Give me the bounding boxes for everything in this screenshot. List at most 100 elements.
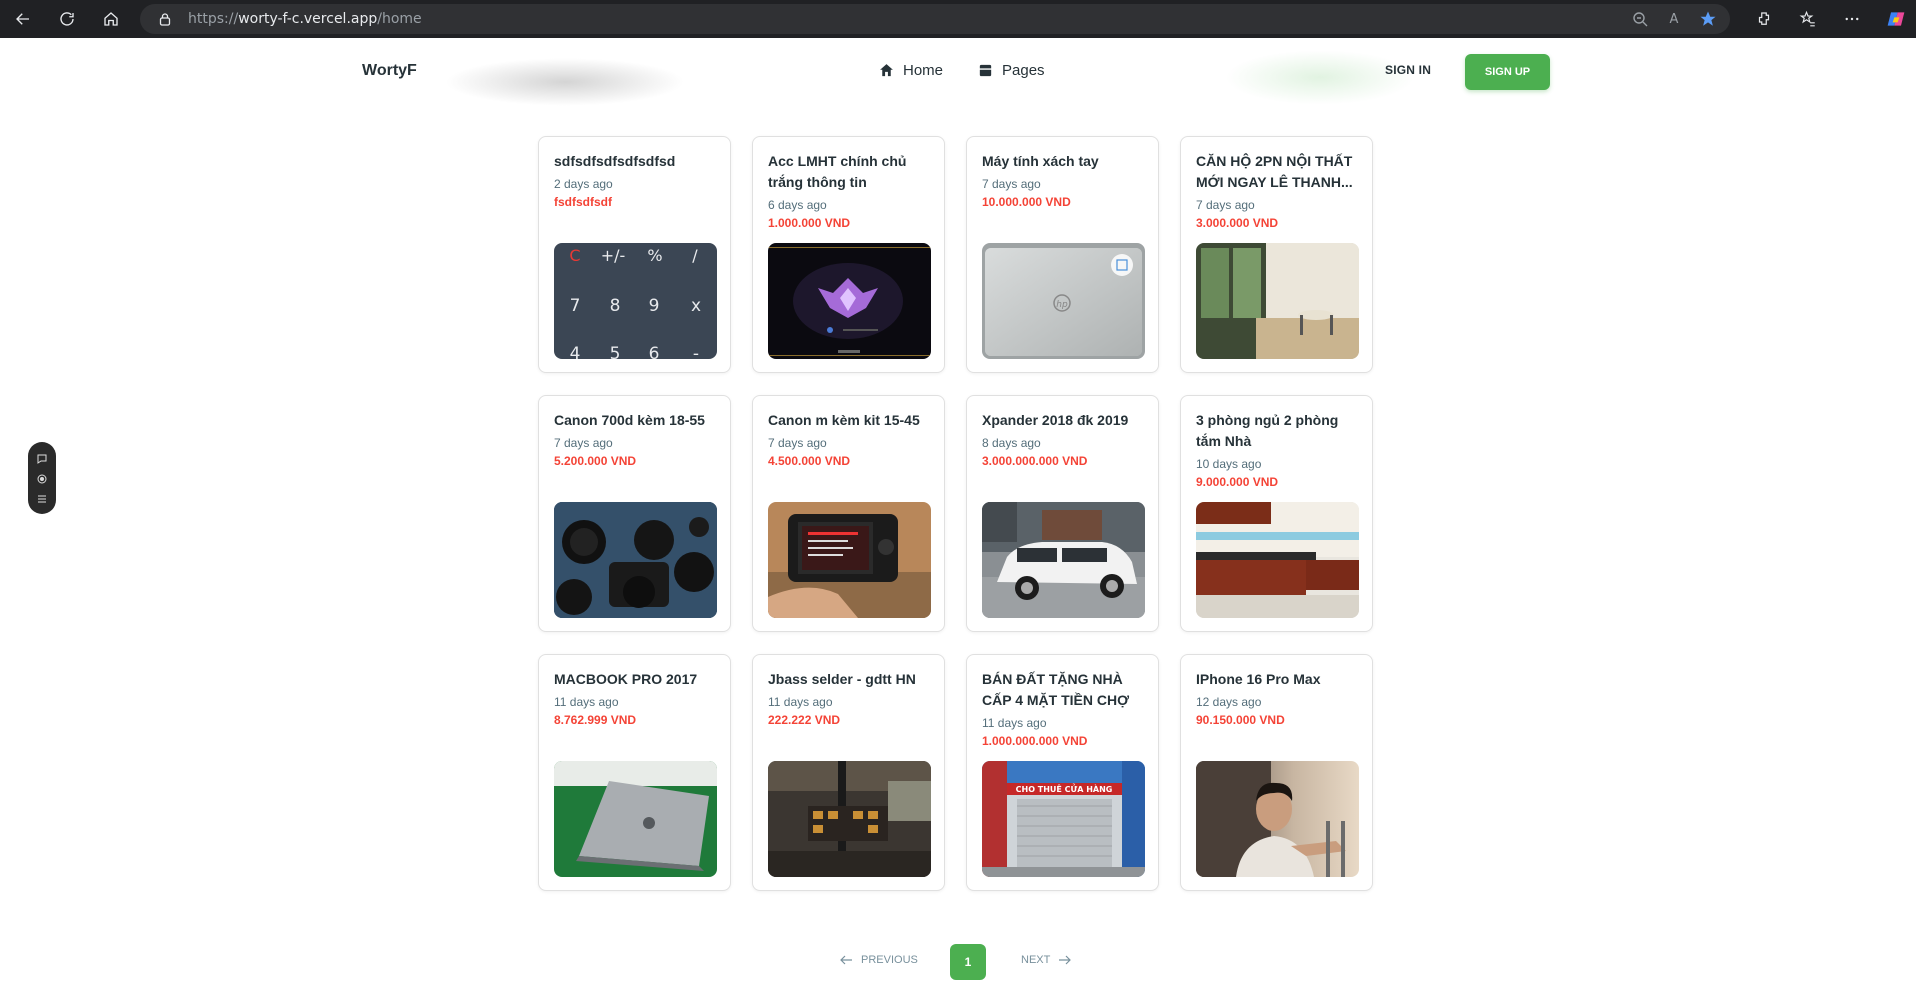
nav-pages-label: Pages (1002, 62, 1045, 79)
listing-meta: 2 days ago fsdfsdfsdf (554, 175, 719, 211)
listing-card[interactable]: IPhone 16 Pro Max 12 days ago 90.150.000… (1180, 654, 1373, 891)
back-icon[interactable] (11, 7, 35, 31)
calc-key: 7 (570, 296, 581, 316)
address-bar[interactable]: https://worty-f-c.vercel.app/home A (140, 4, 1730, 34)
listing-card[interactable]: 3 phòng ngủ 2 phòng tắm Nhà 10 days ago … (1180, 395, 1373, 632)
listing-title: IPhone 16 Pro Max (1196, 671, 1321, 687)
browser-toolbar: https://worty-f-c.vercel.app/home A (0, 0, 1916, 38)
calc-key: +/- (601, 246, 626, 265)
calc-key: % (647, 246, 662, 265)
copilot-icon[interactable] (1884, 7, 1908, 31)
page: WortyF Home Pages SIGN IN SIGN UP sdfsdf… (0, 38, 1916, 992)
listing-title: Xpander 2018 đk 2019 (982, 412, 1129, 428)
listing-time: 8 days ago (982, 436, 1041, 450)
url-text: https://worty-f-c.vercel.app/home (188, 11, 422, 27)
list-icon[interactable] (36, 492, 48, 504)
listing-card[interactable]: MACBOOK PRO 2017 11 days ago 8.762.999 V… (538, 654, 731, 891)
listing-title: sdfsdfsdfsdfsdfsd (554, 153, 676, 169)
calc-key: 4 (570, 344, 581, 359)
apartment-image (1196, 243, 1359, 359)
listing-grid: sdfsdfsdfsdfsdfsd 2 days ago fsdfsdfsdf … (538, 136, 1374, 891)
listing-title: Máy tính xách tay (982, 153, 1099, 169)
pagination: PREVIOUS 1 NEXT (840, 944, 1080, 980)
listing-meta: 6 days ago 1.000.000 VND (768, 196, 933, 232)
top-navbar: WortyF Home Pages SIGN IN SIGN UP (0, 38, 1916, 106)
listing-card[interactable]: Máy tính xách tay 7 days ago 10.000.000 … (966, 136, 1159, 373)
listing-time: 10 days ago (1196, 457, 1262, 471)
listing-card[interactable]: BÁN ĐẤT TẶNG NHÀ CẤP 4 MẶT TIỀN CHỢ 11 d… (966, 654, 1159, 891)
next-page-button[interactable]: NEXT (1021, 954, 1072, 966)
calculator-image: C +/- % / 7 8 9 x 4 5 6 - (554, 243, 717, 359)
chat-icon[interactable] (36, 452, 48, 464)
listing-title: MACBOOK PRO 2017 (554, 671, 698, 687)
calc-key: / (692, 246, 698, 265)
arrow-right-icon (1059, 955, 1072, 965)
pages-icon (979, 64, 992, 77)
listing-time: 7 days ago (982, 177, 1041, 191)
favorites-icon[interactable] (1796, 7, 1820, 31)
listing-meta: 10 days ago 9.000.000 VND (1196, 455, 1361, 491)
page-number-button[interactable]: 1 (950, 944, 986, 980)
listing-price: 3.000.000.000 VND (982, 454, 1088, 468)
listing-meta: 8 days ago 3.000.000.000 VND (982, 434, 1147, 470)
floating-toolbar (28, 442, 56, 514)
calc-key: 5 (610, 344, 621, 359)
refresh-icon[interactable] (55, 7, 79, 31)
sign-up-button[interactable]: SIGN UP (1465, 54, 1550, 90)
listing-price: 3.000.000 VND (1196, 216, 1279, 230)
listing-time: 7 days ago (768, 436, 827, 450)
listing-card[interactable]: Canon 700d kèm 18-55 7 days ago 5.200.00… (538, 395, 731, 632)
listing-meta: 11 days ago 222.222 VND (768, 693, 933, 729)
listing-card[interactable]: Xpander 2018 đk 2019 8 days ago 3.000.00… (966, 395, 1159, 632)
listing-time: 11 days ago (768, 695, 833, 709)
listing-time: 11 days ago (982, 716, 1047, 730)
decorative-blur (1225, 50, 1415, 105)
sign-in-link[interactable]: SIGN IN (1385, 63, 1431, 77)
arrow-left-icon (840, 955, 852, 965)
listing-time: 11 days ago (554, 695, 619, 709)
listing-title: Jbass selder - gdtt HN (768, 671, 916, 687)
calc-key: - (693, 344, 699, 359)
calc-key: 6 (649, 344, 660, 359)
laptop-image: hp (982, 243, 1145, 359)
brand-logo[interactable]: WortyF (362, 62, 417, 80)
listing-card[interactable]: Jbass selder - gdtt HN 11 days ago 222.2… (752, 654, 945, 891)
camera-hand-image (768, 502, 931, 618)
listing-card[interactable]: Canon m kèm kit 15-45 7 days ago 4.500.0… (752, 395, 945, 632)
toggle-icon[interactable] (36, 472, 48, 484)
home-browser-icon[interactable] (99, 7, 123, 31)
home-icon (880, 64, 893, 77)
lock-icon (159, 13, 171, 26)
game-screen-image (768, 243, 931, 359)
listing-title: 3 phòng ngủ 2 phòng tắm Nhà (1196, 412, 1339, 449)
nav-pages[interactable]: Pages (977, 62, 1045, 79)
listing-meta: 7 days ago 10.000.000 VND (982, 175, 1147, 211)
extensions-icon[interactable] (1752, 7, 1776, 31)
listing-meta: 12 days ago 90.150.000 VND (1196, 693, 1361, 729)
read-aloud-icon[interactable]: A (1664, 9, 1684, 29)
listing-card[interactable]: Acc LMHT chính chủ trắng thông tin 6 day… (752, 136, 945, 373)
camera-lenses-image (554, 502, 717, 618)
svg-text:hp: hp (1056, 300, 1068, 310)
listing-price: 90.150.000 VND (1196, 713, 1285, 727)
main-menu: Home Pages (878, 62, 1045, 79)
decorative-blur (445, 58, 685, 106)
listing-card[interactable]: CĂN HỘ 2PN NỘI THẤT MỚI NGAY LÊ THANH...… (1180, 136, 1373, 373)
previous-page-button[interactable]: PREVIOUS (840, 954, 918, 966)
next-label: NEXT (1021, 954, 1051, 966)
listing-title: BÁN ĐẤT TẶNG NHÀ CẤP 4 MẶT TIỀN CHỢ (982, 671, 1130, 708)
listing-meta: 7 days ago 5.200.000 VND (554, 434, 719, 470)
listing-title: Acc LMHT chính chủ trắng thông tin (768, 153, 907, 190)
zoom-icon[interactable] (1630, 9, 1650, 29)
previous-label: PREVIOUS (861, 954, 918, 966)
listing-price: 9.000.000 VND (1196, 475, 1279, 489)
calc-key: x (691, 296, 701, 316)
favorite-star-icon[interactable] (1698, 9, 1718, 29)
more-options-icon[interactable] (1840, 7, 1864, 31)
nav-home-label: Home (903, 62, 944, 79)
listing-card[interactable]: sdfsdfsdfsdfsdfsd 2 days ago fsdfsdfsdf … (538, 136, 731, 373)
nav-home[interactable]: Home (878, 62, 943, 79)
listing-price: 4.500.000 VND (768, 454, 851, 468)
listing-price: 8.762.999 VND (554, 713, 637, 727)
listing-price: 10.000.000 VND (982, 195, 1071, 209)
